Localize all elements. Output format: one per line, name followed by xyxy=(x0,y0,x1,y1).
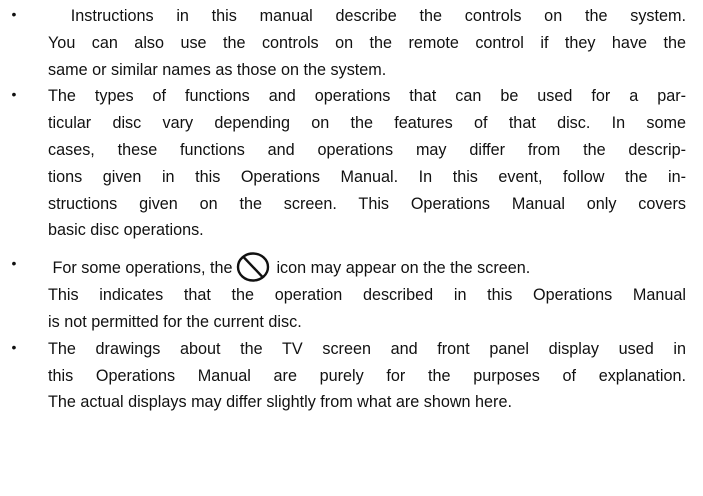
bullet-item-controls: • Instructions in this manual describe t… xyxy=(12,3,686,83)
text-line: ticular disc vary depending on the featu… xyxy=(48,114,686,133)
text-line: Instructions in this manual describe the… xyxy=(48,7,686,25)
text-line-with-icon: For some operations, the icon may appear… xyxy=(48,252,686,282)
text-line: this Operations Manual are purely for th… xyxy=(48,366,686,385)
text-line: cases, these functions and operations ma… xyxy=(48,140,686,159)
bullet-icon: • xyxy=(11,6,17,22)
instruction-bullet-list: • Instructions in this manual describe t… xyxy=(12,3,686,416)
text-line: You can also use the controls on the rem… xyxy=(48,33,686,52)
prohibited-icon xyxy=(237,252,270,282)
text-line: is not permitted for the current disc. xyxy=(48,312,302,331)
text-line: structions given on the screen. This Ope… xyxy=(48,194,686,213)
text-line: This indicates that the operation descri… xyxy=(48,286,686,305)
manual-page: • Instructions in this manual describe t… xyxy=(0,0,703,496)
bullet-icon: • xyxy=(11,255,17,272)
text-line: tions given in this Operations Manual. I… xyxy=(48,167,686,186)
text-before-icon: For some operations, the xyxy=(48,259,233,278)
bullet-icon: • xyxy=(11,86,17,103)
text-after-icon: icon may appear on the the screen. xyxy=(276,259,531,278)
text-line: same or similar names as those on the sy… xyxy=(48,60,387,79)
bullet-item-disc-functions: • The types of functions and operations … xyxy=(12,83,686,244)
text-line: The actual displays may differ slightly … xyxy=(48,393,512,412)
bullet-icon: • xyxy=(11,338,17,355)
bullet-item-prohibited-icon: • For some operations, the icon may appe… xyxy=(12,252,686,336)
text-line: basic disc operations. xyxy=(48,221,204,240)
bullet-item-drawings: • The drawings about the TV screen and f… xyxy=(12,336,686,416)
text-line: The types of functions and operations th… xyxy=(48,87,686,106)
text-line: The drawings about the TV screen and fro… xyxy=(48,339,686,358)
